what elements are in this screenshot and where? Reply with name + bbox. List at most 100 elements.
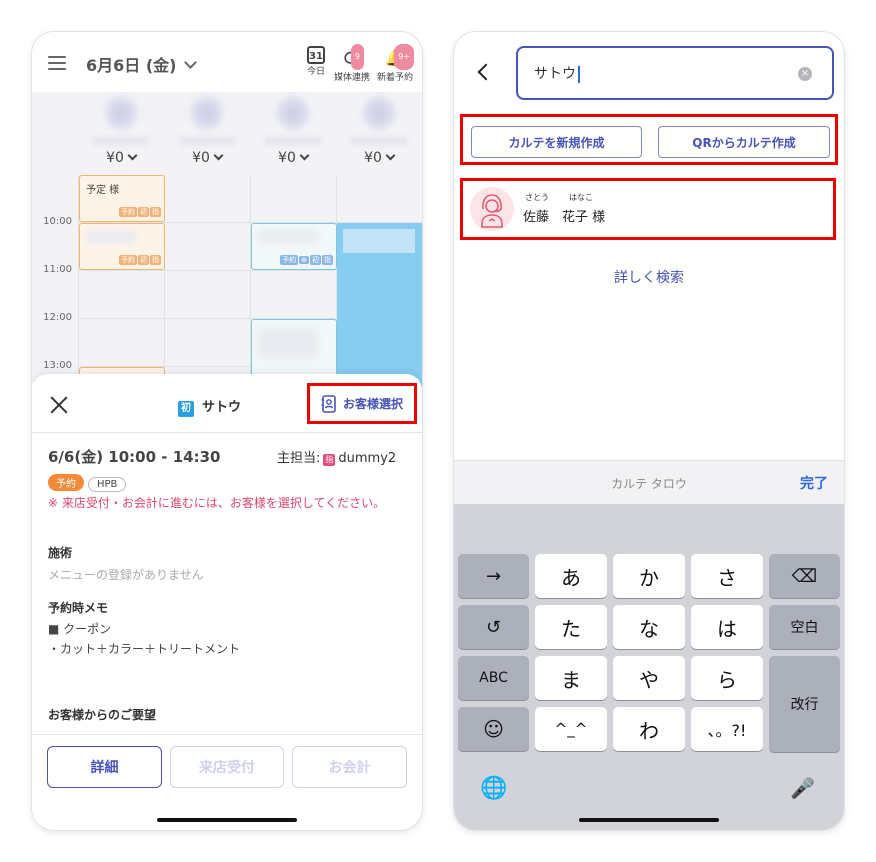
blurred-name: [258, 328, 318, 358]
tag-nominated: 指: [150, 255, 161, 265]
detail-search-link[interactable]: 詳しく検索: [454, 267, 844, 287]
home-indicator: [157, 818, 297, 822]
key-na[interactable]: な: [613, 605, 685, 649]
appointment-time: 6/6(金) 10:00 - 14:30: [48, 448, 221, 466]
appointment-block[interactable]: 予定 様 予約初指: [79, 175, 165, 222]
key-ka[interactable]: か: [613, 554, 685, 598]
undo-key[interactable]: ↺: [458, 605, 529, 649]
tag-nominated: 指: [322, 255, 333, 265]
divider: [32, 734, 422, 735]
staff-avatar: [362, 96, 396, 130]
punctuation-key[interactable]: 、。?!: [691, 707, 763, 751]
checkin-button[interactable]: 来店受付: [170, 746, 284, 788]
divider: [32, 432, 422, 433]
chip-hpb: HPB: [88, 477, 127, 492]
key-ra[interactable]: ら: [691, 656, 763, 700]
customer-result-row[interactable]: さとう はなこ 佐藤 花子 様: [460, 178, 836, 240]
time-label: 13:00: [43, 360, 72, 371]
appointment-tags: 予約初指: [118, 199, 161, 218]
new-booking-badge: 9+: [394, 44, 414, 70]
chevron-down-icon: [127, 150, 138, 161]
customer-select-button[interactable]: お客様選択: [307, 383, 417, 424]
key-a[interactable]: あ: [535, 554, 607, 598]
staff-sales[interactable]: ¥0: [78, 150, 164, 166]
treatment-heading: 施術: [48, 546, 73, 560]
key-ma[interactable]: ま: [535, 656, 607, 700]
staff-avatar: [104, 96, 138, 130]
done-button[interactable]: 完了: [800, 473, 828, 493]
appointment-tags: 予約 ⊕ 初指: [279, 247, 333, 266]
checkout-button[interactable]: お会計: [292, 746, 407, 788]
arrow-key[interactable]: →: [458, 554, 529, 598]
address-book-icon: [321, 394, 336, 413]
microphone-icon[interactable]: 🎤: [790, 776, 815, 800]
staff-name: [264, 136, 322, 146]
calendar-icon: 31: [307, 46, 325, 64]
fade-overlay: [32, 726, 422, 744]
calendar-header: 6月6日 (金) 31 今日 ⟳9 媒体連携 🔔9+ 新着予約: [32, 32, 422, 92]
qr-chart-button[interactable]: QRからカルテ作成: [658, 126, 830, 158]
home-indicator: [579, 818, 719, 822]
memo-line: ■ クーポン: [48, 622, 112, 636]
staff-sales[interactable]: ¥0: [250, 150, 336, 166]
nominated-icon: 指: [323, 454, 336, 466]
tag-first: 初: [310, 255, 321, 265]
key-ta[interactable]: た: [535, 605, 607, 649]
key-ya[interactable]: や: [613, 656, 685, 700]
staff-sales[interactable]: ¥0: [336, 150, 422, 166]
staff-name: [92, 136, 150, 146]
back-icon[interactable]: [477, 63, 495, 81]
create-chart-group: カルテを新規作成 QRからカルテ作成: [460, 114, 838, 165]
clear-icon[interactable]: ×: [798, 67, 812, 81]
japanese-keyboard: → あ か さ ⌫ ↺ た な は 空白 ABC ま や ら 改行 ☺ ^_^ …: [454, 504, 844, 830]
tag-line: ⊕: [299, 256, 309, 264]
appointment-title: 予定 様: [86, 185, 120, 196]
new-chart-button[interactable]: カルテを新規作成: [471, 126, 642, 158]
emoji-key[interactable]: ☺: [458, 707, 529, 751]
close-icon[interactable]: [48, 394, 70, 416]
media-sync-button[interactable]: ⟳9 媒体連携: [334, 44, 371, 83]
menu-icon[interactable]: [48, 56, 66, 70]
customer-avatar-glyph: [481, 194, 503, 228]
tag-first: 初: [138, 255, 149, 265]
tag-nominated: 指: [150, 207, 161, 217]
kaomoji-key[interactable]: ^_^: [535, 707, 607, 751]
new-booking-button[interactable]: 🔔9+ 新着予約: [377, 44, 414, 83]
today-button[interactable]: 31 今日: [298, 46, 334, 77]
return-key[interactable]: 改行: [769, 656, 840, 752]
staff-avatar: [190, 96, 224, 130]
keyboard-suggestion-bar: カルテ タロウ 完了: [454, 460, 844, 505]
backspace-key[interactable]: ⌫: [769, 554, 840, 598]
appointment-block[interactable]: 予約 ⊕ 初指: [251, 223, 337, 270]
media-sync-label: 媒体連携: [334, 73, 371, 83]
abc-key[interactable]: ABC: [458, 656, 529, 700]
main-staff-label: 主担当:: [277, 451, 321, 466]
sheet-actions: 詳細 来店受付 お会計: [47, 746, 407, 790]
key-sa[interactable]: さ: [691, 554, 763, 598]
customer-furigana: さとう はなこ: [525, 193, 593, 202]
blurred-name: [258, 230, 318, 244]
tag-reserve: 予約: [119, 207, 137, 217]
treatment-empty: メニューの登録がありません: [48, 568, 204, 582]
appointment-block[interactable]: 予約初指: [79, 223, 165, 270]
customer-search-screen: サトウ × カルテを新規作成 QRからカルテ作成 さとう はなこ 佐藤 花子 様 …: [454, 32, 844, 830]
globe-icon[interactable]: 🌐: [480, 776, 507, 801]
search-input[interactable]: サトウ ×: [516, 46, 834, 100]
staff-sales[interactable]: ¥0: [164, 150, 250, 166]
detail-button[interactable]: 詳細: [47, 746, 162, 788]
suggestion-text[interactable]: カルテ タロウ: [454, 475, 844, 492]
sync-count-badge: 9: [350, 44, 364, 70]
tag-reserve: 予約: [119, 255, 137, 265]
chevron-down-icon: [184, 56, 198, 69]
request-heading: お客様からのご要望: [48, 708, 157, 722]
tag-first: 初: [138, 207, 149, 217]
appointment-sheet: 初サトウ お客様選択 6/6(金) 10:00 - 14:30 主担当: 指 dum…: [32, 374, 422, 830]
date-selector[interactable]: 6月6日 (金): [86, 52, 198, 76]
time-label: 12:00: [43, 312, 72, 323]
appointment-block[interactable]: [251, 319, 337, 381]
key-ha[interactable]: は: [691, 605, 763, 649]
space-key[interactable]: 空白: [769, 605, 840, 649]
customer-result-name: 佐藤 花子 様: [523, 210, 606, 225]
key-wa[interactable]: わ: [613, 707, 685, 751]
sheet-title: 初サトウ: [178, 396, 241, 417]
